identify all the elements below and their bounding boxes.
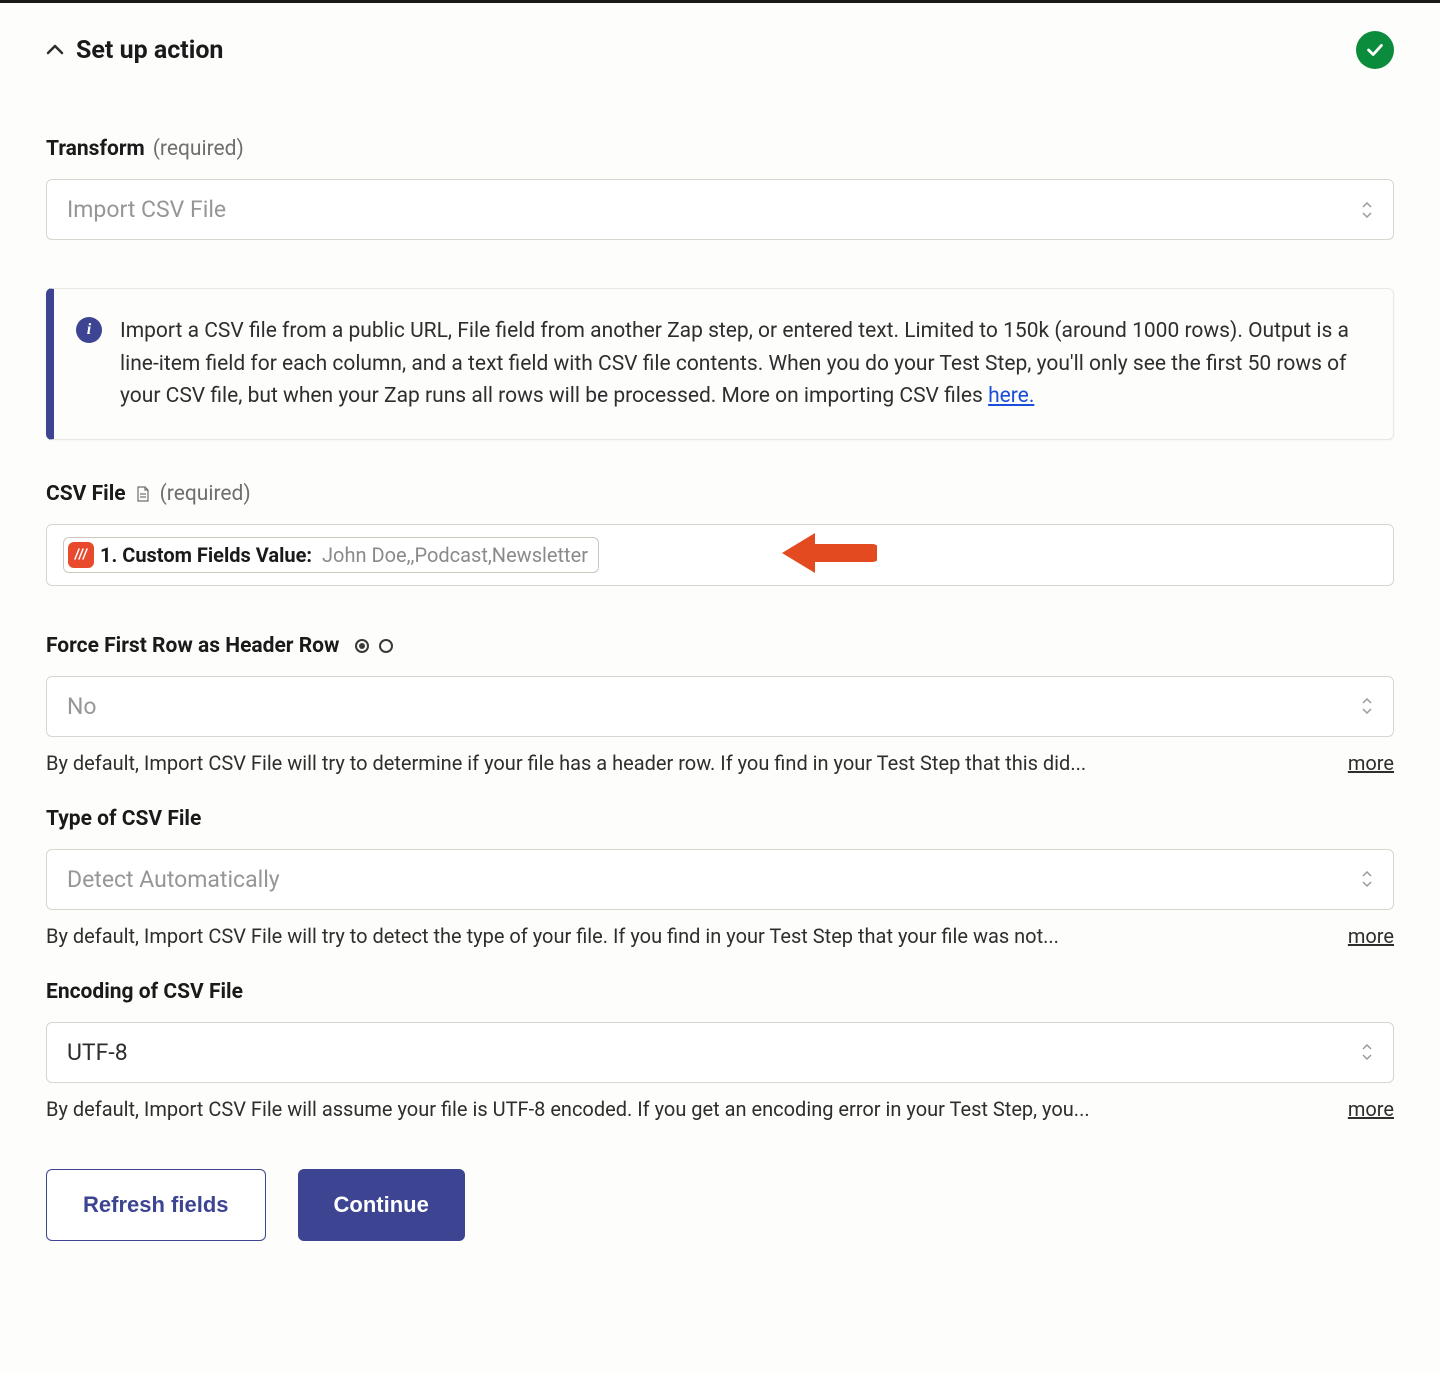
chevron-up-icon [46, 41, 64, 59]
encoding-select[interactable]: UTF-8 [46, 1022, 1394, 1083]
pill-value: John Doe,,Podcast,Newsletter [322, 543, 588, 567]
csv-file-pill[interactable]: 1. Custom Fields Value: John Doe,,Podcas… [63, 537, 599, 573]
force-header-radios [355, 639, 393, 653]
button-row: Refresh fields Continue [46, 1169, 1394, 1241]
updown-icon [1361, 202, 1373, 218]
header-left[interactable]: Set up action [46, 36, 223, 65]
encoding-label-row: Encoding of CSV File [46, 980, 1394, 1004]
force-header-helper-row: By default, Import CSV File will try to … [46, 751, 1394, 775]
updown-icon [1361, 698, 1373, 714]
csv-type-helper-row: By default, Import CSV File will try to … [46, 924, 1394, 948]
csv-type-helper: By default, Import CSV File will try to … [46, 924, 1328, 948]
info-banner: i Import a CSV file from a public URL, F… [46, 288, 1394, 440]
transform-select[interactable]: Import CSV File [46, 179, 1394, 240]
csv-type-more[interactable]: more [1348, 924, 1394, 948]
encoding-value: UTF-8 [67, 1039, 128, 1066]
refresh-fields-button[interactable]: Refresh fields [46, 1169, 266, 1241]
force-header-more[interactable]: more [1348, 751, 1394, 775]
csv-file-label-row: CSV File (required) [46, 482, 1394, 506]
info-body: Import a CSV file from a public URL, Fil… [120, 319, 1349, 408]
panel-header: Set up action [46, 31, 1394, 69]
status-check-icon [1356, 31, 1394, 69]
csv-type-label-row: Type of CSV File [46, 807, 1394, 831]
csv-file-label: CSV File [46, 482, 126, 506]
csv-type-label: Type of CSV File [46, 807, 201, 831]
encoding-label: Encoding of CSV File [46, 980, 243, 1004]
transform-value: Import CSV File [67, 196, 226, 223]
updown-icon [1361, 871, 1373, 887]
csv-type-select[interactable]: Detect Automatically [46, 849, 1394, 910]
transform-field: Transform (required) Import CSV File [46, 137, 1394, 240]
radio-option-1[interactable] [355, 639, 369, 653]
transform-label: Transform [46, 137, 145, 161]
transform-label-row: Transform (required) [46, 137, 1394, 161]
encoding-field: Encoding of CSV File UTF-8 By default, I… [46, 980, 1394, 1121]
action-setup-panel: Set up action Transform (required) Impor… [0, 3, 1440, 1301]
info-text: Import a CSV file from a public URL, Fil… [120, 315, 1363, 413]
transform-required: (required) [153, 137, 244, 161]
force-header-field: Force First Row as Header Row No By defa… [46, 634, 1394, 775]
force-header-value: No [67, 693, 97, 720]
force-header-helper: By default, Import CSV File will try to … [46, 751, 1328, 775]
document-icon [136, 486, 150, 502]
csv-type-value: Detect Automatically [67, 866, 280, 893]
info-link[interactable]: here. [988, 384, 1034, 408]
continue-button[interactable]: Continue [298, 1169, 465, 1241]
updown-icon [1361, 1044, 1373, 1060]
radio-option-2[interactable] [379, 639, 393, 653]
app-icon [68, 542, 94, 568]
force-header-label-row: Force First Row as Header Row [46, 634, 1394, 658]
encoding-helper-row: By default, Import CSV File will assume … [46, 1097, 1394, 1121]
encoding-helper: By default, Import CSV File will assume … [46, 1097, 1328, 1121]
csv-file-field: CSV File (required) 1. Custom Fields Val… [46, 482, 1394, 586]
force-header-label: Force First Row as Header Row [46, 634, 339, 658]
csv-type-field: Type of CSV File Detect Automatically By… [46, 807, 1394, 948]
annotation-arrow-icon [777, 525, 877, 585]
encoding-more[interactable]: more [1348, 1097, 1394, 1121]
force-header-select[interactable]: No [46, 676, 1394, 737]
csv-file-input[interactable]: 1. Custom Fields Value: John Doe,,Podcas… [46, 524, 1394, 586]
csv-file-required: (required) [160, 482, 251, 506]
pill-label: 1. Custom Fields Value: [100, 543, 312, 567]
panel-title: Set up action [76, 36, 223, 65]
info-icon: i [76, 317, 102, 343]
